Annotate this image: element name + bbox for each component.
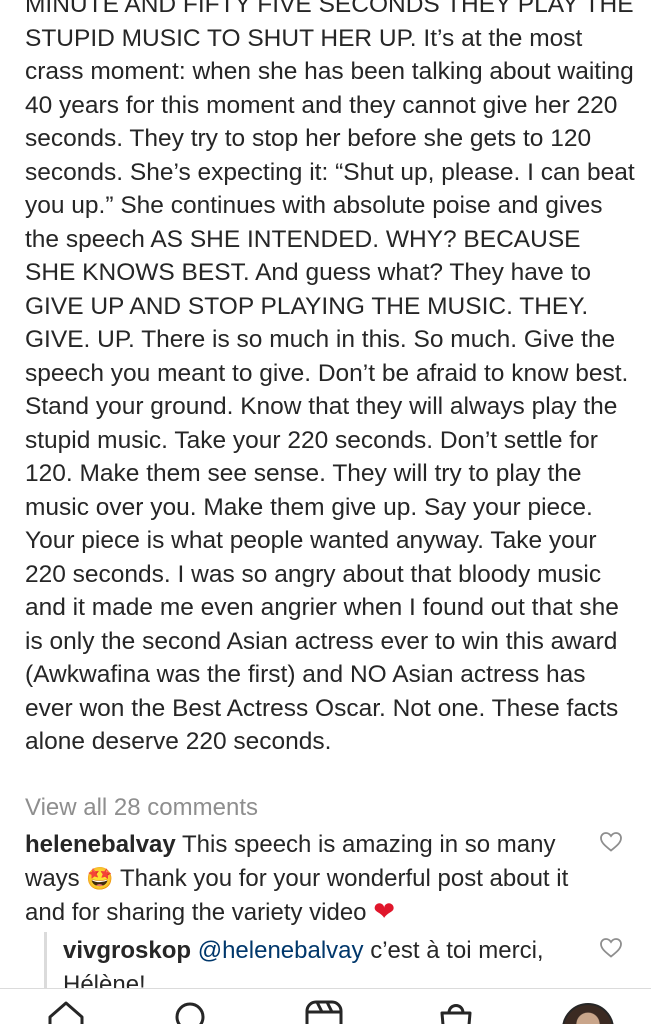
view-all-comments-link[interactable]: View all 28 comments bbox=[25, 792, 258, 824]
comment-username[interactable]: helenebalvay bbox=[25, 831, 176, 858]
shop-icon[interactable] bbox=[436, 999, 476, 1024]
bottom-navigation-bar bbox=[0, 988, 651, 1024]
reels-icon[interactable] bbox=[304, 999, 344, 1024]
comment-like-heart-icon[interactable] bbox=[598, 830, 624, 854]
search-icon[interactable] bbox=[172, 999, 212, 1024]
profile-avatar[interactable] bbox=[562, 1003, 614, 1024]
reply-mention[interactable]: @helenebalvay bbox=[198, 937, 364, 964]
home-icon[interactable] bbox=[46, 999, 86, 1024]
post-caption: MINUTE AND FIFTY FIVE SECONDS THEY PLAY … bbox=[25, 0, 635, 755]
star-struck-emoji: 🤩 bbox=[86, 866, 114, 892]
reply-thread: vivgroskop @helenebalvay c’est à toi mer… bbox=[44, 932, 607, 988]
red-heart-emoji: ❤ bbox=[373, 897, 395, 927]
comment: helenebalvay This speech is amazing in s… bbox=[25, 828, 585, 930]
reply-like-heart-icon[interactable] bbox=[598, 936, 624, 960]
reply-comment: vivgroskop @helenebalvay c’est à toi mer… bbox=[63, 934, 603, 988]
reply-username[interactable]: vivgroskop bbox=[63, 937, 191, 964]
